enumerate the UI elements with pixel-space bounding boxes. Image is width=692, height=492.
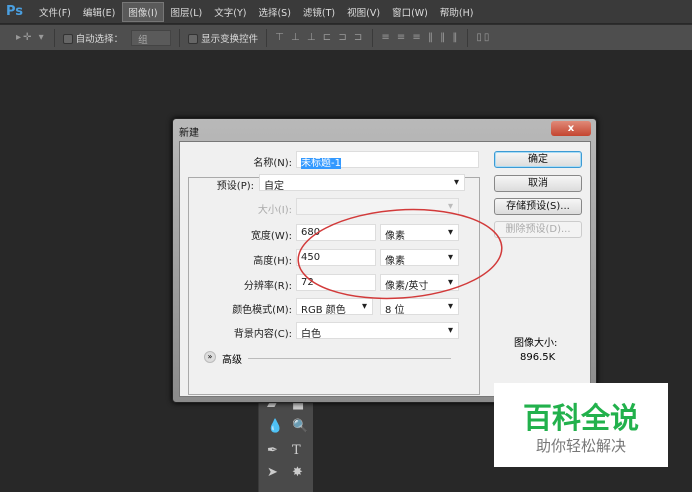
type-tool-icon[interactable]: T	[292, 443, 301, 458]
menu-help[interactable]: 帮助(H)	[435, 3, 479, 21]
width-label: 宽度(W):	[250, 231, 292, 242]
save-preset-button[interactable]: 存储预设(S)...	[494, 198, 582, 215]
preset-label: 预设(P):	[216, 181, 254, 192]
align-icons[interactable]: ⊤ ⊥ ⊥ ⊏ ⊐ ⊐	[275, 32, 364, 43]
separator	[467, 28, 469, 47]
auto-select-dropdown[interactable]: 组	[131, 29, 172, 46]
ok-button[interactable]: 确定	[494, 151, 582, 168]
background-dropdown[interactable]: 白色	[296, 322, 459, 340]
path-select-tool-icon[interactable]: ➤	[267, 465, 278, 480]
resolution-input[interactable]: 72	[296, 274, 376, 291]
dialog-title: 新建	[179, 128, 199, 139]
bit-depth-dropdown[interactable]: 8 位	[380, 298, 459, 316]
watermark-subtitle: 助你轻松解决	[535, 437, 626, 455]
menu-edit[interactable]: 编辑(E)	[78, 3, 120, 21]
show-transform-label: 显示变换控件	[201, 33, 259, 45]
separator	[179, 28, 181, 47]
watermark: 百科全说 助你轻松解决	[494, 383, 668, 467]
separator	[266, 28, 268, 47]
watermark-title: 百科全说	[522, 401, 639, 435]
dialog-body: 名称(N): 未标题-1 预设(P): 自定 大小(I): 宽度(W): 680…	[179, 141, 591, 397]
photoshop-logo: Ps	[6, 4, 24, 19]
tools-panel: ▰ ■ 💧 🔍 ✒ T ➤ ✸	[258, 395, 313, 492]
width-unit-dropdown[interactable]: 像素	[380, 224, 459, 242]
height-unit-dropdown[interactable]: 像素	[380, 249, 459, 267]
advanced-label[interactable]: 高级	[222, 351, 242, 366]
cancel-button[interactable]: 取消	[494, 175, 582, 192]
move-tool-icon[interactable]: ▸✛ ▾	[16, 32, 46, 43]
show-transform-checkbox[interactable]: 显示变换控件	[188, 31, 258, 45]
blur-tool-icon[interactable]: 💧	[267, 419, 283, 434]
advanced-expand-icon[interactable]: »	[204, 351, 216, 363]
name-label: 名称(N):	[253, 158, 292, 169]
name-input[interactable]: 未标题-1	[296, 151, 479, 169]
menu-file[interactable]: 文件(F)	[34, 3, 76, 21]
auto-select-checkbox[interactable]: 自动选择：	[62, 31, 124, 45]
image-size-label: 图像大小:	[514, 338, 558, 349]
menu-select[interactable]: 选择(S)	[253, 3, 295, 21]
image-size-value: 896.5K	[520, 352, 556, 363]
delete-preset-button[interactable]: 删除预设(D)...	[494, 221, 582, 238]
menu-bar: Ps 文件(F) 编辑(E) 图像(I) 图层(L) 文字(Y) 选择(S) 滤…	[0, 0, 692, 23]
auto-align-icon[interactable]: ▯▯	[476, 32, 491, 43]
options-bar: ▸✛ ▾ 自动选择： 组 显示变换控件 ⊤ ⊥ ⊥ ⊏ ⊐ ⊐ ≡ ≡ ≡ ‖ …	[0, 24, 692, 50]
separator	[53, 28, 55, 47]
menu-layer[interactable]: 图层(L)	[166, 3, 208, 21]
divider	[248, 358, 451, 359]
distribute-icons[interactable]: ≡ ≡ ≡ ‖ ‖ ‖	[381, 32, 459, 43]
new-document-dialog: 新建 x 名称(N): 未标题-1 预设(P): 自定 大小(I): 宽度(W)…	[172, 118, 597, 403]
menu-window[interactable]: 窗口(W)	[387, 3, 433, 21]
color-mode-label: 颜色模式(M):	[232, 305, 292, 316]
background-label: 背景内容(C):	[233, 329, 292, 340]
separator	[372, 28, 374, 47]
height-input[interactable]: 450	[296, 249, 376, 266]
height-label: 高度(H):	[253, 256, 292, 267]
menu-filter[interactable]: 滤镜(T)	[298, 3, 340, 21]
resolution-unit-dropdown[interactable]: 像素/英寸	[380, 274, 459, 292]
menu-image[interactable]: 图像(I)	[122, 1, 164, 22]
preset-dropdown[interactable]: 自定	[259, 174, 465, 192]
auto-select-label: 自动选择：	[75, 33, 124, 45]
width-input[interactable]: 680	[296, 224, 376, 241]
menu-type[interactable]: 文字(Y)	[209, 3, 251, 21]
menu-view[interactable]: 视图(V)	[342, 3, 385, 21]
close-button[interactable]: x	[551, 121, 591, 136]
size-label: 大小(I):	[257, 205, 292, 216]
resolution-label: 分辨率(R):	[243, 281, 292, 292]
pen-tool-icon[interactable]: ✒	[267, 443, 278, 458]
size-dropdown[interactable]	[296, 198, 459, 215]
dodge-tool-icon[interactable]: 🔍	[292, 419, 308, 434]
name-value: 未标题-1	[301, 158, 341, 169]
shape-tool-icon[interactable]: ✸	[292, 465, 303, 480]
color-mode-dropdown[interactable]: RGB 颜色	[296, 298, 373, 316]
